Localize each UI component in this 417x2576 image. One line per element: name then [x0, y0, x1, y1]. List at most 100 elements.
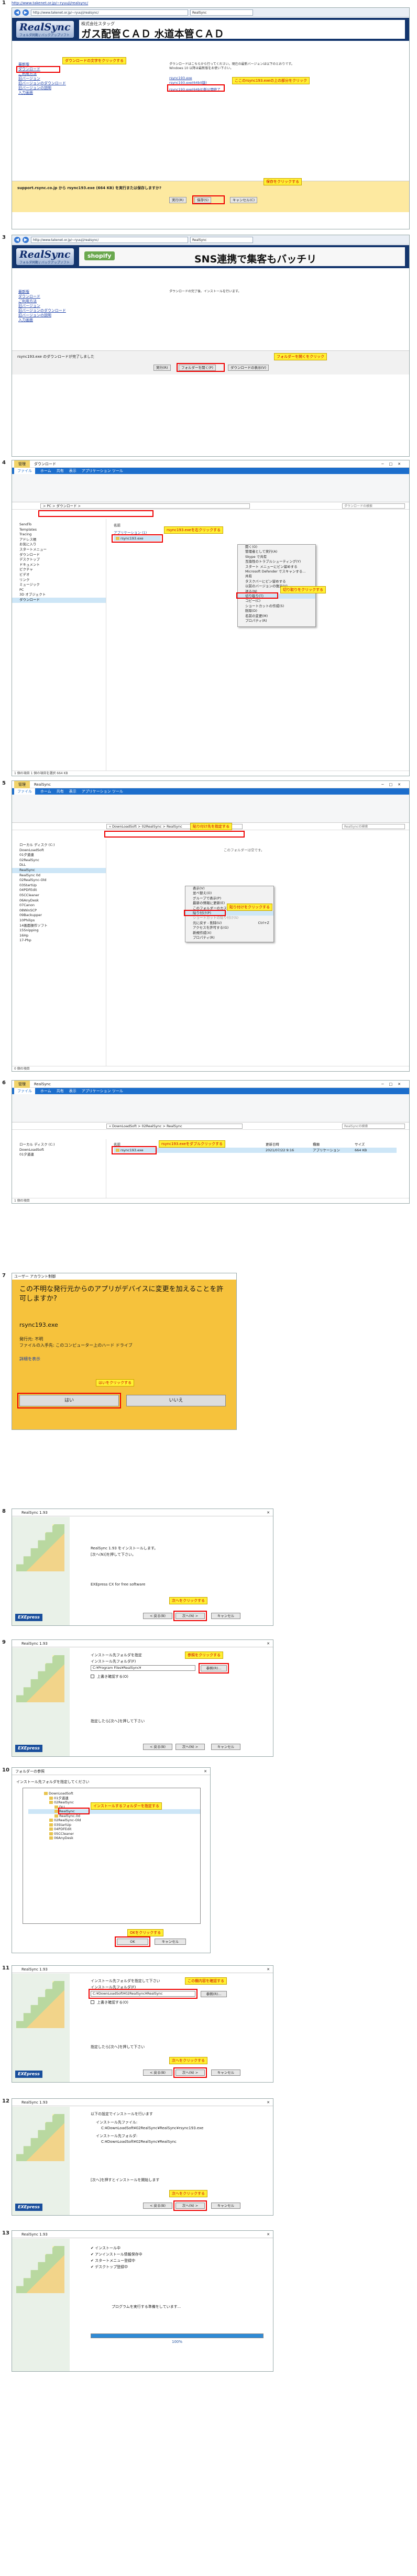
menu-item[interactable]: 表示(V) — [185, 886, 273, 891]
nav-item[interactable]: 02RealSync — [12, 858, 106, 863]
manage-tab[interactable]: 管理 — [14, 1081, 30, 1088]
tree-item[interactable]: 05CCleaner — [28, 1832, 200, 1836]
menu-item[interactable]: スタート メニューにピン留めする — [238, 565, 315, 569]
tab-share[interactable]: 共有 — [57, 468, 64, 474]
nav-link[interactable]: 旧バージョンの説明 — [18, 86, 81, 91]
tree-item-realsync[interactable]: RealSync — [28, 1809, 200, 1814]
install-path-field[interactable]: C:¥Program Files¥RealSync¥ — [91, 1665, 195, 1671]
nav-item[interactable]: ローカル ディスク (C:) — [12, 1142, 106, 1148]
nav-item[interactable]: RealSync 0d — [12, 873, 106, 878]
menu-item[interactable]: 共有 — [238, 574, 315, 579]
nav-item[interactable]: 05CCleaner — [12, 893, 106, 898]
nav-item[interactable]: スタートメニュー — [12, 547, 106, 553]
menu-item[interactable]: プロパティ(R) — [238, 619, 315, 623]
tab-share[interactable]: 共有 — [57, 1088, 64, 1094]
back-button[interactable]: < 戻る(B) — [143, 2069, 172, 2076]
nav-link[interactable]: ご利用方法 — [18, 299, 81, 304]
browser-tab[interactable]: RealSync — [190, 236, 253, 243]
menu-item[interactable]: 新規作成(X) — [185, 931, 273, 935]
nav-item[interactable]: ピクチャ — [12, 567, 106, 573]
no-button[interactable]: いいえ — [126, 1395, 226, 1406]
col-date[interactable]: 更新日時 — [266, 1141, 279, 1147]
close-icon[interactable]: ✕ — [267, 2099, 270, 2106]
view-downloads-button[interactable]: ダウンロードの表示(V) — [228, 365, 269, 371]
tree-item[interactable]: 01夕道連 — [28, 1796, 200, 1801]
tab-app-tools[interactable]: アプリケーション ツール — [82, 468, 123, 474]
close-icon[interactable]: ✕ — [267, 1640, 270, 1647]
nav-link[interactable]: 最新版 — [18, 290, 81, 294]
col-size[interactable]: サイズ — [355, 1141, 365, 1147]
menu-item[interactable]: タスクバーにピン留めする — [238, 579, 315, 584]
menu-item[interactable]: ショートカットの貼り付け(S) — [185, 916, 273, 920]
nav-item[interactable]: ローカル ディスク (C:) — [12, 843, 106, 848]
menu-item[interactable]: ショートカットの作成(S) — [238, 604, 315, 609]
nav-item[interactable]: 17-Php — [12, 938, 106, 943]
ad-banner[interactable]: 株式会社スタッグ ガス配管ＣＡＤ 水道本管ＣＡＤ — [79, 20, 405, 40]
tab-view[interactable]: 表示 — [69, 468, 76, 474]
menu-item[interactable]: 並べ替え(O) — [185, 891, 273, 896]
nav-item[interactable]: 01夕道連 — [12, 853, 106, 858]
back-icon[interactable]: ◀ — [14, 9, 20, 16]
menu-item[interactable]: グループで表示(P) — [185, 896, 273, 901]
tree-item[interactable]: 04PDFEdit — [28, 1827, 200, 1832]
tab-view[interactable]: 表示 — [69, 1088, 76, 1094]
forward-icon[interactable]: ▶ — [23, 9, 29, 16]
cancel-button[interactable]: キャンセル — [211, 2203, 240, 2209]
tab-file[interactable]: ファイル — [14, 788, 35, 795]
nav-item[interactable]: ダウンロード — [12, 553, 106, 558]
nav-item[interactable]: 08WinSCP — [12, 908, 106, 913]
window-controls[interactable]: ─□✕ — [381, 1082, 409, 1086]
nav-item[interactable]: 16Hp — [12, 933, 106, 939]
nav-item[interactable]: デスクトップ — [12, 557, 106, 563]
tree-item[interactable]: RealSync.0d — [28, 1814, 200, 1819]
manage-tab[interactable]: 管理 — [14, 460, 30, 468]
tab-home[interactable]: ホーム — [40, 788, 51, 795]
tab-file[interactable]: ファイル — [14, 1088, 35, 1094]
nav-item[interactable]: 14画面操作ソフト — [12, 923, 106, 929]
nav-link[interactable]: 旧バージョンの説明 — [18, 313, 81, 318]
overwrite-checkbox[interactable] — [91, 1675, 94, 1678]
nav-item[interactable]: 15Snipping — [12, 928, 106, 933]
nav-item[interactable]: アドレス帳 — [12, 537, 106, 543]
menu-item[interactable]: 削除(D) — [238, 609, 315, 613]
browser-tab[interactable]: RealSync — [190, 9, 253, 16]
search-box[interactable]: ダウンロードの検索 — [342, 503, 405, 509]
nav-item[interactable]: ドキュメント — [12, 563, 106, 568]
tab-app-tools[interactable]: アプリケーション ツール — [82, 1088, 123, 1094]
cancel-button[interactable]: キャンセル — [211, 1744, 240, 1750]
nav-item[interactable]: 09Backupper — [12, 913, 106, 918]
menu-item[interactable]: 互換性のトラブルシューティング(Y) — [238, 559, 315, 564]
run-button[interactable]: 実行(R) — [169, 197, 186, 203]
back-button[interactable]: < 戻る(B) — [143, 2203, 172, 2209]
col-type[interactable]: 種類 — [313, 1141, 320, 1147]
address-bar[interactable]: > PC > ダウンロード > — [40, 503, 250, 509]
back-button[interactable]: < 戻る(B) — [143, 1613, 172, 1619]
nav-item[interactable]: ミュージック — [12, 582, 106, 588]
tree-item[interactable]: 06AnyDesk — [28, 1836, 200, 1841]
nav-item[interactable]: お気に入り — [12, 542, 106, 547]
menu-item[interactable]: Skype で共有 — [238, 555, 315, 559]
tree-item[interactable]: DownLoadSoft — [28, 1791, 200, 1796]
tree-item[interactable]: 03StartUp — [28, 1823, 200, 1828]
nav-item[interactable]: DownLoadSoft — [12, 848, 106, 853]
search-box[interactable]: RealSyncの検索 — [342, 1124, 405, 1129]
ad-banner[interactable]: shopify SNS連携で集客もバッチリ — [79, 247, 405, 266]
cancel-button[interactable]: キャンセル(C) — [230, 197, 258, 203]
cancel-button[interactable]: キャンセル — [211, 1613, 240, 1619]
cancel-button[interactable]: キャンセル — [211, 2069, 240, 2076]
nav-item[interactable]: 04PDFEdit — [12, 888, 106, 893]
menu-item[interactable]: 名前の変更(M) — [238, 614, 315, 619]
address-bar[interactable]: « DownLoadSoft > 02RealSync > RealSync — [106, 1124, 243, 1129]
nav-item[interactable]: 03StartUp — [12, 883, 106, 888]
nav-link[interactable]: 入力画面 — [18, 318, 81, 323]
close-icon[interactable]: ✕ — [267, 1509, 270, 1516]
close-icon[interactable]: ✕ — [267, 2231, 270, 2238]
menu-item[interactable]: 管理者として実行(A) — [238, 549, 315, 554]
nav-item[interactable]: PC — [12, 588, 106, 593]
nav-item-realsync[interactable]: RealSync — [12, 867, 106, 873]
download-link[interactable]: rsync193.exe — [169, 76, 221, 81]
address-bar[interactable]: http://www.takenet.or.jp/~ryuuji/realsyn… — [31, 236, 188, 243]
tab-home[interactable]: ホーム — [40, 468, 51, 474]
run-button[interactable]: 実行(R) — [153, 365, 171, 371]
nav-link[interactable]: 旧バージョンのダウンロード — [18, 309, 81, 313]
